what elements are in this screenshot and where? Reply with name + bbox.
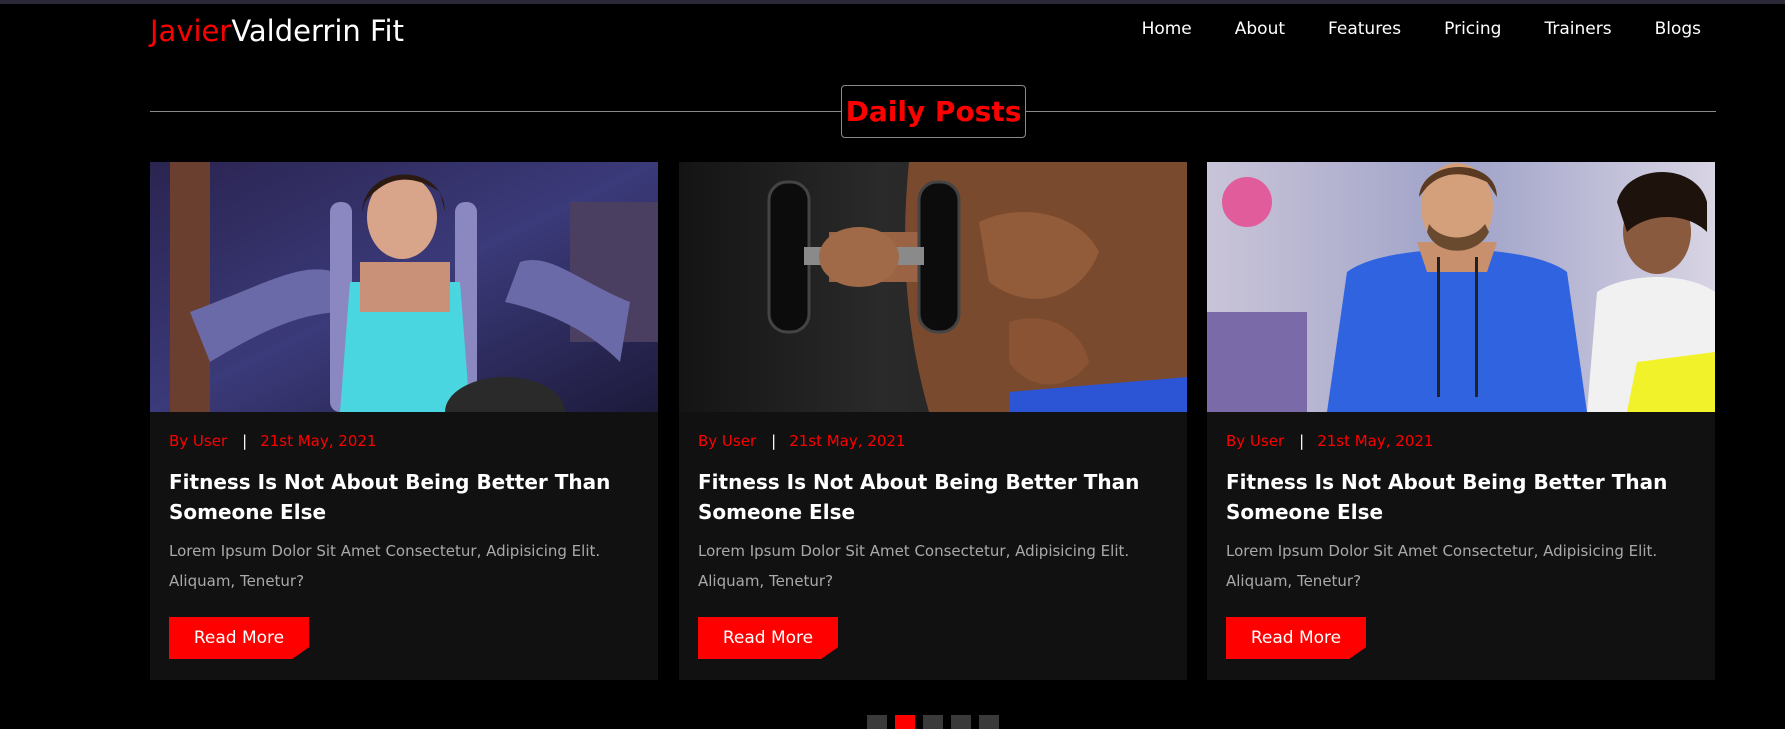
blog-card: By User | 21st May, 2021 Fitness Is Not Ab… <box>1207 162 1715 680</box>
nav-home[interactable]: Home <box>1142 19 1192 39</box>
pagination-dot[interactable] <box>867 715 887 729</box>
pagination-dot[interactable] <box>979 715 999 729</box>
woman-chest-press-machine-photo <box>150 162 658 412</box>
pagination-dot[interactable] <box>951 715 971 729</box>
post-image <box>1207 162 1715 412</box>
post-date: 21st May, 2021 <box>1317 432 1434 450</box>
read-more-button[interactable]: Read More <box>169 617 309 659</box>
post-title[interactable]: Fitness Is Not About Being Better Than S… <box>169 467 639 527</box>
post-excerpt: Lorem Ipsum Dolor Sit Amet Consectetur, … <box>169 542 601 590</box>
meta-separator: | <box>1299 432 1305 450</box>
section-title: Daily Posts <box>841 85 1026 138</box>
post-title[interactable]: Fitness Is Not About Being Better Than S… <box>1226 467 1696 527</box>
read-more-button[interactable]: Read More <box>698 617 838 659</box>
carousel-pagination <box>867 715 1007 729</box>
nav-about[interactable]: About <box>1235 19 1285 39</box>
post-date: 21st May, 2021 <box>789 432 906 450</box>
blog-card: By User | 21st May, 2021 Fitness Is Not Ab… <box>679 162 1187 680</box>
nav-features[interactable]: Features <box>1328 19 1401 39</box>
man-dumbbell-curl-photo <box>679 162 1187 412</box>
trainer-with-client-photo <box>1207 162 1715 412</box>
site-header: JavierValderrin Fit Home About Features … <box>150 4 1715 56</box>
post-author[interactable]: By User <box>1226 432 1284 450</box>
blog-card: By User | 21st May, 2021 Fitness Is Not Ab… <box>150 162 658 680</box>
brand-first-name: Javier <box>150 14 232 48</box>
post-title[interactable]: Fitness Is Not About Being Better Than S… <box>698 467 1168 527</box>
post-date: 21st May, 2021 <box>260 432 377 450</box>
meta-separator: | <box>771 432 777 450</box>
pagination-dot[interactable] <box>923 715 943 729</box>
brand-rest-name: Valderrin Fit <box>231 14 404 48</box>
meta-separator: | <box>242 432 248 450</box>
main-nav: Home About Features Pricing Trainers Blo… <box>1099 19 1701 39</box>
post-author[interactable]: By User <box>169 432 227 450</box>
nav-pricing[interactable]: Pricing <box>1444 19 1501 39</box>
post-meta: By User | 21st May, 2021 <box>169 432 376 450</box>
read-more-button[interactable]: Read More <box>1226 617 1366 659</box>
post-image <box>679 162 1187 412</box>
pagination-dot-active[interactable] <box>895 715 915 729</box>
post-excerpt: Lorem Ipsum Dolor Sit Amet Consectetur, … <box>698 542 1130 590</box>
post-author[interactable]: By User <box>698 432 756 450</box>
post-image <box>150 162 658 412</box>
nav-trainers[interactable]: Trainers <box>1544 19 1611 39</box>
nav-blogs[interactable]: Blogs <box>1655 19 1701 39</box>
brand-logo[interactable]: JavierValderrin Fit <box>150 14 404 49</box>
post-meta: By User | 21st May, 2021 <box>1226 432 1433 450</box>
post-meta: By User | 21st May, 2021 <box>698 432 905 450</box>
post-excerpt: Lorem Ipsum Dolor Sit Amet Consectetur, … <box>1226 542 1658 590</box>
